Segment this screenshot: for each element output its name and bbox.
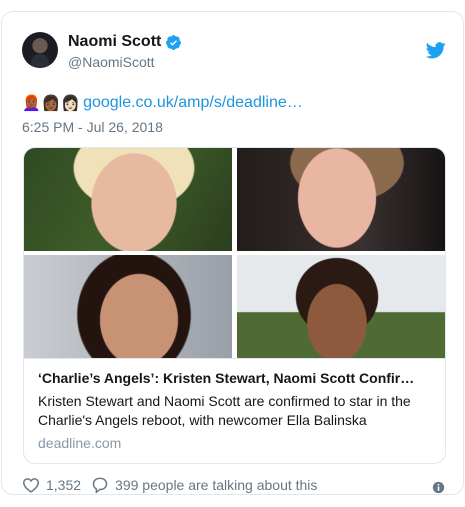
info-icon[interactable] (432, 481, 445, 494)
link-card-title[interactable]: ‘Charlie’s Angels’: Kristen Stewart, Nao… (38, 369, 431, 387)
avatar[interactable] (22, 32, 58, 68)
reply-bubble-icon (92, 477, 108, 493)
author-name-row[interactable]: Naomi Scott (68, 33, 182, 51)
verified-badge-icon (166, 34, 182, 50)
photo-grid[interactable] (24, 148, 445, 358)
like-count[interactable]: 1,352 (46, 477, 81, 493)
tweet-text: 👩🏾‍🦰 👩🏾 👩🏻 google.co.uk/amp/s/deadline… (22, 94, 303, 112)
tweet-footer: 1,352 399 people are talking about this (22, 477, 317, 493)
link-preview-card[interactable]: ‘Charlie’s Angels’: Kristen Stewart, Nao… (23, 147, 446, 464)
heart-icon[interactable] (22, 477, 40, 493)
emoji-2: 👩🏾 (41, 94, 61, 112)
link-card-description: Kristen Stewart and Naomi Scott are conf… (38, 393, 411, 428)
author-handle[interactable]: @NaomiScott (68, 54, 155, 70)
emoji-1: 👩🏾‍🦰 (22, 94, 41, 112)
photo-1[interactable] (24, 148, 232, 251)
photo-4[interactable] (237, 255, 445, 358)
twitter-bird-icon[interactable] (426, 42, 446, 59)
tweet-link[interactable]: google.co.uk/amp/s/deadline… (83, 94, 303, 112)
tweet-embed: Naomi Scott @NaomiScott 👩🏾‍🦰 👩🏾 👩🏻 googl… (1, 11, 464, 495)
author-display-name[interactable]: Naomi Scott (68, 33, 161, 51)
conversation-link[interactable]: 399 people are talking about this (91, 477, 317, 493)
emoji-3: 👩🏻 (61, 94, 81, 112)
link-card-body[interactable]: ‘Charlie’s Angels’: Kristen Stewart, Nao… (24, 358, 445, 462)
talking-about-text[interactable]: 399 people are talking about this (115, 477, 317, 493)
link-card-domain: deadline.com (38, 435, 122, 451)
photo-2[interactable] (237, 148, 445, 251)
photo-3[interactable] (24, 255, 232, 358)
tweet-timestamp[interactable]: 6:25 PM - Jul 26, 2018 (22, 119, 163, 135)
